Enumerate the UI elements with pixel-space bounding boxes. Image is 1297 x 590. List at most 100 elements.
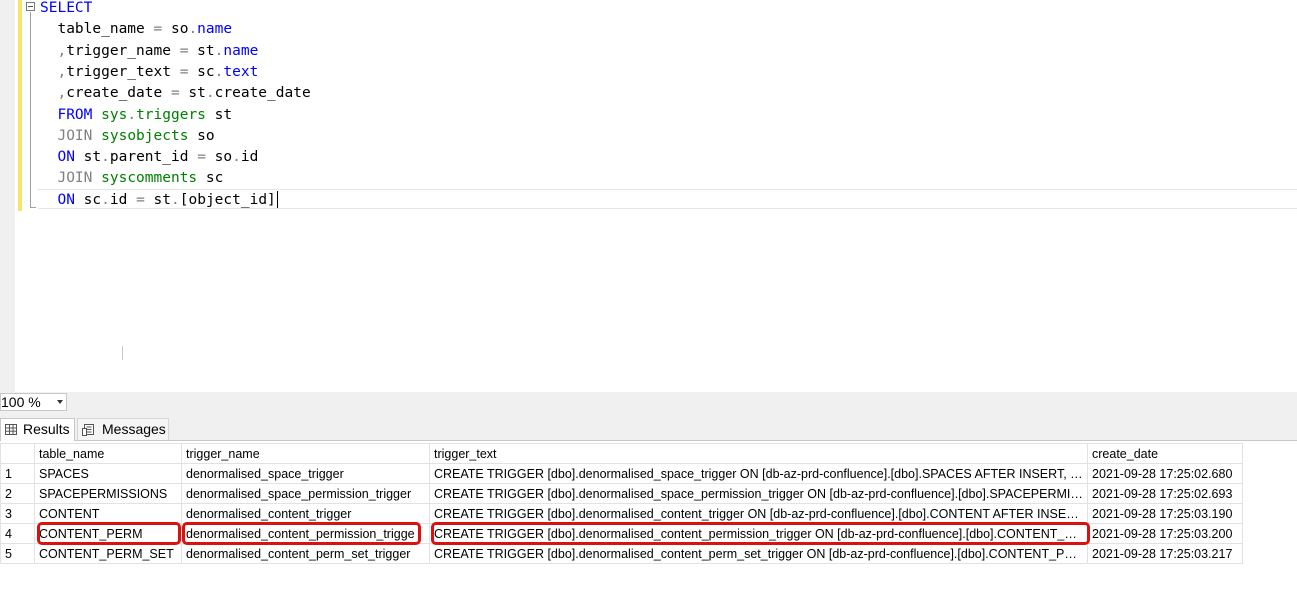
cell-trigger-text[interactable]: CREATE TRIGGER [dbo].denormalised_conten… [429, 543, 1088, 564]
results-table: table_name trigger_name trigger_text cre… [0, 443, 1243, 564]
cell-trigger-name[interactable]: denormalised_content_trigger [181, 503, 430, 524]
code-token: sc [197, 170, 224, 187]
code-token: st [188, 42, 215, 59]
code-token: so [162, 21, 189, 38]
cell-trigger-text[interactable]: CREATE TRIGGER [dbo].denormalised_space_… [429, 483, 1088, 504]
code-token: name [197, 21, 233, 38]
cell-table-name[interactable]: SPACEPERMISSIONS [34, 483, 182, 504]
code-line[interactable]: ,trigger_text = sc.text [40, 62, 258, 83]
code-token: . [101, 191, 110, 208]
cell-trigger-name[interactable]: denormalised_content_permission_trigge [181, 523, 430, 544]
code-token: id [240, 149, 259, 166]
cell-trigger-text[interactable]: CREATE TRIGGER [dbo].denormalised_conten… [429, 503, 1088, 524]
cell-table-name[interactable]: CONTENT [34, 503, 182, 524]
code-token: create_date [214, 85, 311, 102]
zoom-level-select[interactable]: 100 % [0, 393, 67, 411]
code-token: . [127, 106, 137, 123]
code-token: , [40, 63, 67, 80]
cell-table-name[interactable]: CONTENT_PERM [34, 523, 182, 544]
column-header[interactable]: trigger_text [429, 443, 1088, 464]
code-token: st [179, 85, 206, 102]
messages-icon [82, 424, 94, 436]
code-line[interactable]: FROM sys.triggers st [40, 105, 232, 126]
row-number-cell[interactable]: 3 [0, 503, 35, 524]
code-token: FROM [57, 106, 93, 123]
code-token: ON [57, 191, 75, 208]
cell-create-date[interactable]: 2021-09-28 17:25:03.200 [1087, 523, 1243, 544]
code-token: sc [188, 63, 215, 80]
code-token: table_name [40, 21, 154, 38]
text-caret [276, 191, 278, 209]
result-tabs: Results Messages [0, 412, 1297, 441]
editor-gutter [0, 0, 15, 392]
code-token: = [197, 149, 206, 166]
collapse-outline-icon[interactable] [26, 2, 35, 11]
table-row[interactable]: 5 CONTENT_PERM_SET denormalised_content_pe… [0, 543, 1243, 564]
code-token: st [74, 149, 102, 166]
table-row[interactable]: 1 SPACES denormalised_space_trigger CREATE … [0, 463, 1243, 484]
code-token: parent_id [109, 149, 198, 166]
code-token: id [109, 191, 137, 208]
cell-trigger-name[interactable]: denormalised_content_perm_set_trigger [181, 543, 430, 564]
code-line[interactable]: ON st.parent_id = so.id [40, 147, 258, 168]
code-token: syscomments [101, 170, 198, 187]
code-token: trigger_name [66, 42, 180, 59]
column-header[interactable]: trigger_name [181, 443, 430, 464]
tab-results[interactable]: Results [0, 418, 75, 441]
code-line[interactable]: ,create_date = st.create_date [40, 83, 311, 104]
code-token: . [232, 149, 241, 166]
code-token: . [205, 85, 215, 102]
cell-create-date[interactable]: 2021-09-28 17:25:03.190 [1087, 503, 1243, 524]
corner-cell[interactable] [0, 443, 35, 464]
cell-create-date[interactable]: 2021-09-28 17:25:02.693 [1087, 483, 1243, 504]
code-token: . [171, 191, 180, 208]
code-token: = [170, 85, 180, 102]
row-number-cell[interactable]: 2 [0, 483, 35, 504]
code-line[interactable]: JOIN sysobjects so [40, 126, 215, 147]
outline-guide [30, 12, 31, 208]
code-token: ON [57, 149, 75, 166]
cell-table-name[interactable]: SPACES [34, 463, 182, 484]
code-token: sysobjects [101, 127, 189, 144]
zoom-level-value: 100 % [1, 394, 41, 410]
code-line[interactable]: table_name = so.name [40, 19, 232, 40]
chevron-down-icon[interactable] [57, 400, 63, 404]
cell-trigger-text[interactable]: CREATE TRIGGER [dbo].denormalised_space_… [429, 463, 1088, 484]
code-token: = [153, 21, 163, 38]
code-token: . [188, 21, 198, 38]
cell-trigger-name[interactable]: denormalised_space_permission_trigger [181, 483, 430, 504]
row-number-cell[interactable]: 5 [0, 543, 35, 564]
table-row[interactable]: 2 SPACEPERMISSIONS denormalised_space_perm… [0, 483, 1243, 504]
code-line[interactable]: ON sc.id = st.[object_id] [40, 190, 278, 211]
cell-create-date[interactable]: 2021-09-28 17:25:02.680 [1087, 463, 1243, 484]
code-token: so [188, 127, 215, 144]
table-row[interactable]: 3 CONTENT denormalised_content_trigger CREA… [0, 503, 1243, 524]
tab-messages[interactable]: Messages [77, 418, 169, 440]
cell-create-date[interactable]: 2021-09-28 17:25:03.217 [1087, 543, 1243, 564]
column-header[interactable]: create_date [1087, 443, 1243, 464]
code-line[interactable]: JOIN syscomments sc [40, 168, 223, 189]
code-token: JOIN [57, 170, 93, 187]
row-number-cell[interactable]: 4 [0, 523, 35, 544]
column-header[interactable]: table_name [34, 443, 182, 464]
tab-results-label: Results [23, 421, 70, 437]
results-grid[interactable]: table_name trigger_name trigger_text cre… [0, 443, 1297, 590]
code-token: name [223, 42, 259, 59]
code-line[interactable]: ,trigger_name = st.name [40, 41, 258, 62]
cell-table-name[interactable]: CONTENT_PERM_SET [34, 543, 182, 564]
outline-guide-end [30, 207, 36, 208]
header-row: table_name trigger_name trigger_text cre… [0, 443, 1243, 464]
query-editor[interactable]: SELECT table_name = so.name ,trigger_nam… [0, 0, 1297, 392]
code-token: . [101, 149, 110, 166]
code-line[interactable]: SELECT [40, 0, 92, 19]
row-number-cell[interactable]: 1 [0, 463, 35, 484]
table-row[interactable]: 4 CONTENT_PERM denormalised_content_permis… [0, 523, 1243, 544]
code-token: , [40, 42, 67, 59]
cell-trigger-text[interactable]: CREATE TRIGGER [dbo].denormalised_conten… [429, 523, 1088, 544]
cell-trigger-name[interactable]: denormalised_space_trigger [181, 463, 430, 484]
